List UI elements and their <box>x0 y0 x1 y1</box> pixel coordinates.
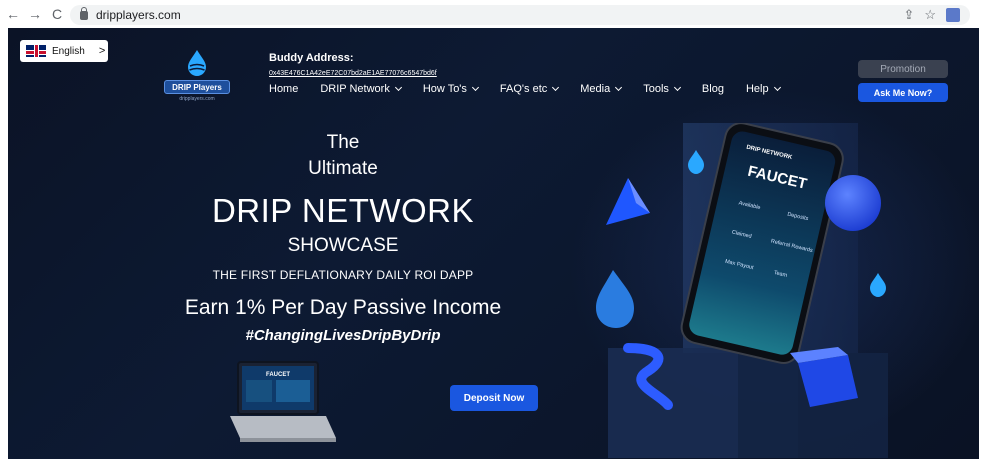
nav-blog-label: Blog <box>701 83 724 95</box>
chevron-down-icon <box>552 83 560 92</box>
uk-flag-icon <box>26 45 46 57</box>
chevron-down-icon <box>471 83 479 92</box>
buddy-address-title: Buddy Address: <box>269 52 354 64</box>
nav-how-tos[interactable]: How To's <box>422 83 479 95</box>
hero-the: The <box>326 132 360 153</box>
extension-icon[interactable] <box>946 8 960 22</box>
page-content: English > DRIP Players dripplayers.com B… <box>8 28 979 459</box>
main-nav: Home DRIP Network How To's FAQ's etc Med… <box>269 83 802 95</box>
url-text: dripplayers.com <box>96 8 181 22</box>
hero-drip-network: DRIP NETWORK <box>211 192 475 229</box>
back-icon[interactable]: ← <box>4 5 22 23</box>
hero-ultimate: Ultimate <box>308 158 378 179</box>
language-selector[interactable]: English > <box>20 40 108 62</box>
nav-faqs-label: FAQ's etc <box>499 83 548 95</box>
nav-drip-network[interactable]: DRIP Network <box>320 83 402 95</box>
promotion-button[interactable]: Promotion <box>858 60 948 78</box>
address-bar[interactable]: dripplayers.com ⇪ ☆ <box>70 5 970 25</box>
phone-illustration: DRIP NETWORK FAUCET Available Deposits C… <box>596 123 888 458</box>
hero-showcase: SHOWCASE <box>287 235 399 256</box>
laptop-faucet-label: FAUCET <box>266 372 290 378</box>
nav-home-label: Home <box>269 83 299 95</box>
buddy-address-link[interactable]: 0x43E476C1A42eE72C07bd2aE1AE77076c6547bd… <box>269 70 437 77</box>
chevron-down-icon <box>673 83 681 92</box>
chevron-down-icon <box>615 83 623 92</box>
nav-tools[interactable]: Tools <box>643 83 681 95</box>
ask-me-now-button[interactable]: Ask Me Now? <box>858 83 948 102</box>
chevron-down-icon <box>773 83 781 92</box>
star-icon[interactable]: ☆ <box>924 7 936 23</box>
nav-media-label: Media <box>580 83 611 95</box>
nav-blog[interactable]: Blog <box>702 83 724 95</box>
nav-media[interactable]: Media <box>580 83 623 95</box>
browser-toolbar: ← → C dripplayers.com ⇪ ☆ <box>0 0 981 28</box>
nav-help-label: Help <box>745 83 769 95</box>
logo-subtitle: dripplayers.com <box>179 96 215 102</box>
forward-icon[interactable]: → <box>26 5 44 23</box>
lock-icon <box>80 6 88 20</box>
deposit-now-button[interactable]: Deposit Now <box>450 385 538 411</box>
logo-badge: DRIP Players <box>164 80 230 94</box>
nav-tools-label: Tools <box>643 83 669 95</box>
nav-how-tos-label: How To's <box>422 83 467 95</box>
drip-drop-icon <box>188 50 206 76</box>
nav-home[interactable]: Home <box>269 83 298 95</box>
nav-faqs[interactable]: FAQ's etc <box>499 83 560 95</box>
laptop-illustration: FAUCET <box>230 361 336 442</box>
hero-earn: Earn 1% Per Day Passive Income <box>184 296 502 319</box>
reload-icon[interactable]: C <box>48 5 66 23</box>
chevron-right-icon: > <box>98 45 106 57</box>
chevron-down-icon <box>394 83 402 92</box>
share-icon[interactable]: ⇪ <box>903 7 914 23</box>
hero-first-deflationary: THE FIRST DEFLATIONARY DAILY ROI DAPP <box>212 268 474 282</box>
language-label: English <box>52 45 85 57</box>
nav-drip-network-label: DRIP Network <box>320 83 390 95</box>
nav-help[interactable]: Help <box>745 83 781 95</box>
hero-hashtag: #ChangingLivesDripByDrip <box>245 327 441 344</box>
site-logo[interactable]: DRIP Players dripplayers.com <box>161 50 233 120</box>
